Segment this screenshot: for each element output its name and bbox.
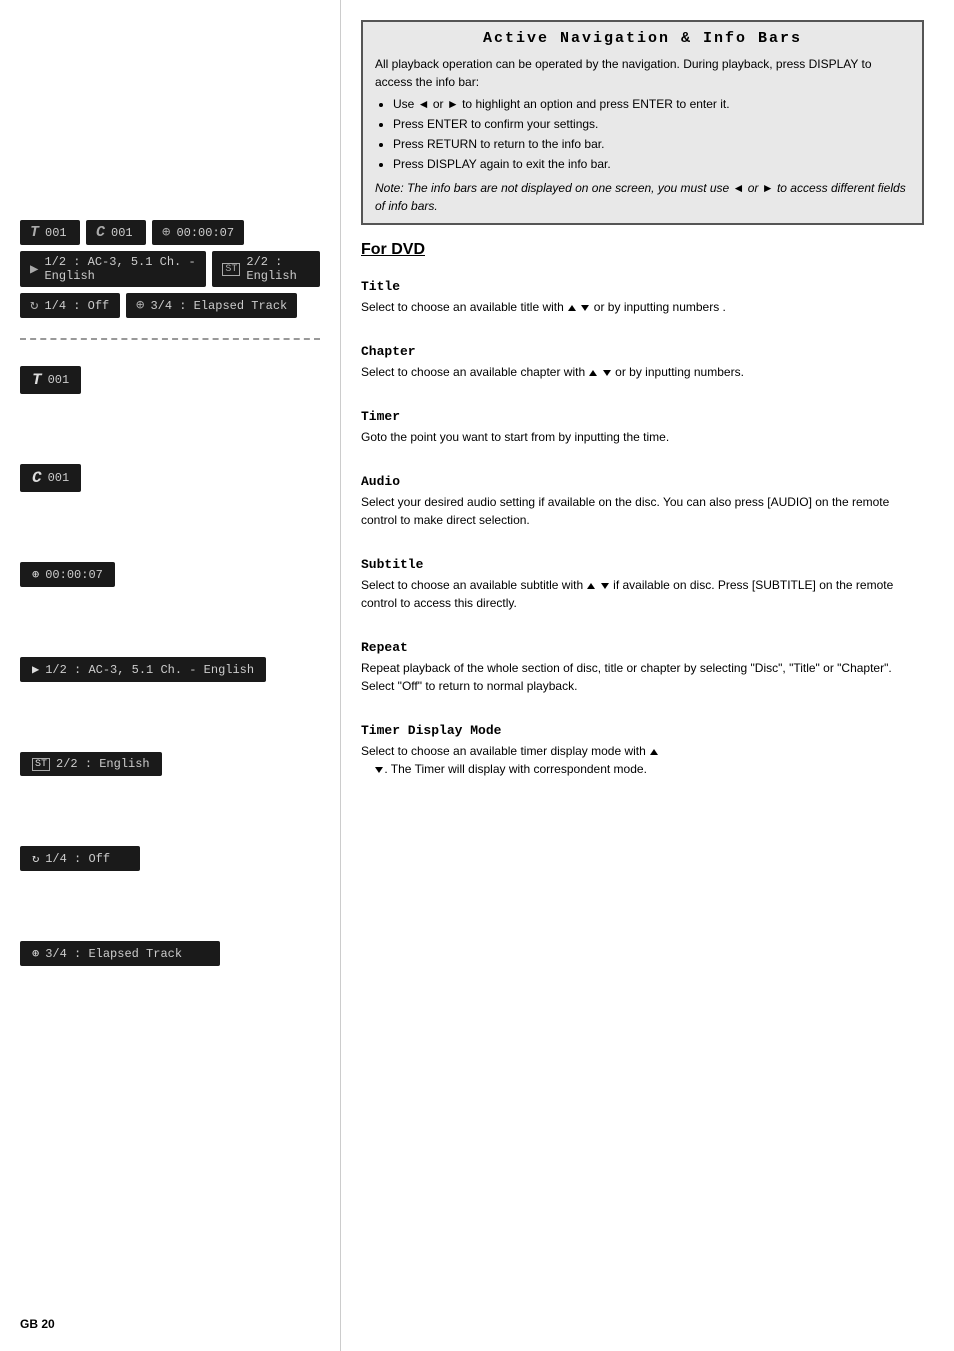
timer-display-detail-icon: ⊕ — [32, 946, 39, 961]
section-subtitle-body: Select to choose an available subtitle w… — [361, 576, 924, 612]
repeat-val-overview: 1/4 : Off — [44, 299, 109, 313]
subtitle-val-overview: 2/2 : English — [246, 255, 310, 283]
timer-display-val-overview: 3/4 : Elapsed Track — [150, 299, 287, 313]
section-timer-display-body: Select to choose an available timer disp… — [361, 742, 924, 778]
chapter-detail-icon: C — [32, 469, 42, 487]
subtitle-cell-overview: ST 2/2 : English — [212, 251, 320, 287]
section-repeat: Repeat Repeat playback of the whole sect… — [361, 640, 924, 695]
repeat-detail-item: ↻ 1/4 : Off — [20, 846, 320, 871]
section-chapter: Chapter Select to choose an available ch… — [361, 344, 924, 381]
chapter-detail-val: 001 — [48, 471, 70, 485]
info-bar-intro: All playback operation can be operated b… — [375, 55, 910, 91]
audio-detail-val: 1/2 : AC-3, 5.1 Ch. - English — [45, 663, 254, 677]
title-cell-overview: T 001 — [20, 220, 80, 245]
timer-detail-cell: ⊕ 00:00:07 — [20, 562, 115, 587]
timer-cell-overview: ⊕ 00:00:07 — [152, 220, 244, 245]
section-subtitle-heading: Subtitle — [361, 557, 924, 572]
audio-detail-icon: ▶ — [32, 662, 39, 677]
subtitle-detail-val: 2/2 : English — [56, 757, 150, 771]
info-bar-note: Note: The info bars are not displayed on… — [375, 179, 910, 215]
section-audio-heading: Audio — [361, 474, 924, 489]
page-number: GB 20 — [20, 1317, 55, 1331]
dashed-separator — [20, 338, 320, 340]
chapter-icon-overview: C — [96, 224, 105, 241]
section-timer-display: Timer Display Mode Select to choose an a… — [361, 723, 924, 778]
timer-detail-icon: ⊕ — [32, 567, 39, 582]
page-container: T 001 C 001 ⊕ 00:00:07 ▶ 1/2 : AC-3, 5.1… — [0, 0, 954, 1351]
timer-display-detail-val: 3/4 : Elapsed Track — [45, 947, 182, 961]
title-detail-icon: T — [32, 371, 42, 389]
section-subtitle: Subtitle Select to choose an available s… — [361, 557, 924, 612]
info-bar-body: All playback operation can be operated b… — [375, 55, 910, 215]
section-title: Title Select to choose an available titl… — [361, 279, 924, 316]
audio-val-overview: 1/2 : AC-3, 5.1 Ch. - English — [44, 255, 196, 283]
section-timer-display-heading: Timer Display Mode — [361, 723, 924, 738]
subtitle-detail-cell: ST 2/2 : English — [20, 752, 162, 776]
info-bar-title: Active Navigation & Info Bars — [375, 30, 910, 47]
audio-detail-item: ▶ 1/2 : AC-3, 5.1 Ch. - English — [20, 657, 320, 682]
section-title-body: Select to choose an available title with… — [361, 298, 924, 316]
info-bar-bullet-4: Press DISPLAY again to exit the info bar… — [393, 155, 910, 173]
overview-row-1: T 001 C 001 ⊕ 00:00:07 — [20, 220, 320, 245]
chapter-val-overview: 001 — [111, 226, 133, 240]
timer-display-cell-overview: ⊕ 3/4 : Elapsed Track — [126, 293, 297, 318]
overview-row-2: ▶ 1/2 : AC-3, 5.1 Ch. - English ST 2/2 :… — [20, 251, 320, 287]
info-bar-bullet-1: Use ◄ or ► to highlight an option and pr… — [393, 95, 910, 113]
dvd-overview: T 001 C 001 ⊕ 00:00:07 ▶ 1/2 : AC-3, 5.1… — [20, 220, 320, 318]
title-val-overview: 001 — [45, 226, 67, 240]
timer-detail-item: ⊕ 00:00:07 — [20, 562, 320, 587]
repeat-icon-overview: ↻ — [30, 297, 38, 314]
timer-display-icon-overview: ⊕ — [136, 297, 144, 314]
repeat-detail-cell: ↻ 1/4 : Off — [20, 846, 140, 871]
section-timer-heading: Timer — [361, 409, 924, 424]
section-timer: Timer Goto the point you want to start f… — [361, 409, 924, 446]
info-bar-bullet-2: Press ENTER to confirm your settings. — [393, 115, 910, 133]
section-audio-body: Select your desired audio setting if ava… — [361, 493, 924, 529]
subtitle-detail-item: ST 2/2 : English — [20, 752, 320, 776]
title-detail-val: 001 — [48, 373, 70, 387]
timer-display-detail-cell: ⊕ 3/4 : Elapsed Track — [20, 941, 220, 966]
left-column: T 001 C 001 ⊕ 00:00:07 ▶ 1/2 : AC-3, 5.1… — [0, 0, 340, 1351]
section-chapter-heading: Chapter — [361, 344, 924, 359]
audio-icon-overview: ▶ — [30, 261, 38, 278]
repeat-detail-val: 1/4 : Off — [45, 852, 110, 866]
info-bar-bullets: Use ◄ or ► to highlight an option and pr… — [393, 95, 910, 173]
right-column: Active Navigation & Info Bars All playba… — [340, 0, 954, 1351]
info-bar-bullet-3: Press RETURN to return to the info bar. — [393, 135, 910, 153]
section-repeat-heading: Repeat — [361, 640, 924, 655]
title-icon-overview: T — [30, 224, 39, 241]
timer-icon-overview: ⊕ — [162, 224, 170, 241]
timer-display-detail-item: ⊕ 3/4 : Elapsed Track — [20, 941, 320, 966]
audio-detail-cell: ▶ 1/2 : AC-3, 5.1 Ch. - English — [20, 657, 266, 682]
repeat-cell-overview: ↻ 1/4 : Off — [20, 293, 120, 318]
chapter-detail-cell: C 001 — [20, 464, 81, 492]
audio-cell-overview: ▶ 1/2 : AC-3, 5.1 Ch. - English — [20, 251, 206, 287]
section-timer-body: Goto the point you want to start from by… — [361, 428, 924, 446]
title-detail-item: T 001 — [20, 366, 320, 394]
section-audio: Audio Select your desired audio setting … — [361, 474, 924, 529]
chapter-detail-item: C 001 — [20, 464, 320, 492]
section-title-heading: Title — [361, 279, 924, 294]
timer-detail-val: 00:00:07 — [45, 568, 103, 582]
chapter-cell-overview: C 001 — [86, 220, 146, 245]
overview-row-3: ↻ 1/4 : Off ⊕ 3/4 : Elapsed Track — [20, 293, 320, 318]
info-bar-box: Active Navigation & Info Bars All playba… — [361, 20, 924, 225]
repeat-detail-icon: ↻ — [32, 851, 39, 866]
section-chapter-body: Select to choose an available chapter wi… — [361, 363, 924, 381]
subtitle-detail-icon: ST — [32, 758, 50, 771]
timer-val-overview: 00:00:07 — [176, 226, 234, 240]
for-dvd-heading: For DVD — [361, 241, 924, 259]
title-detail-cell: T 001 — [20, 366, 81, 394]
section-repeat-body: Repeat playback of the whole section of … — [361, 659, 924, 695]
subtitle-icon-overview: ST — [222, 263, 240, 276]
detail-items-list: T 001 C 001 ⊕ 00:00:07 — [20, 366, 320, 966]
